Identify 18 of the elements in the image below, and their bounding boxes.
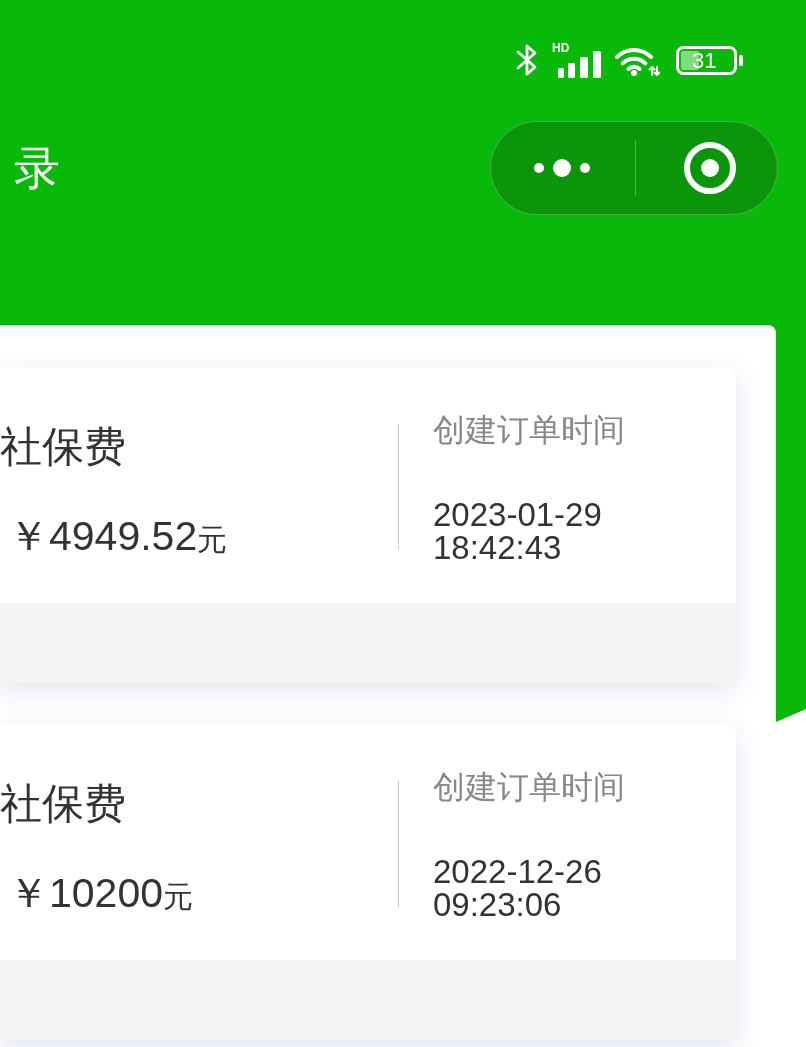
target-icon[interactable]	[684, 142, 736, 194]
time-label: 创建订单时间	[433, 411, 625, 450]
page-title: 录	[14, 142, 60, 194]
order-card[interactable]: 社保费 ￥4949.52元 创建订单时间 2023-01-29 18:42:43	[0, 367, 736, 683]
battery-icon	[676, 45, 745, 75]
signal-icon	[558, 51, 602, 78]
amount-text: ￥10200元	[7, 869, 193, 918]
fee-name: 社保费	[0, 423, 126, 471]
fee-name: 社保费	[0, 780, 126, 828]
time-label: 创建订单时间	[433, 768, 625, 807]
order-card[interactable]: 社保费 ￥10200元 创建订单时间 2022-12-26 09:23:06	[0, 724, 736, 1040]
more-icon[interactable]	[534, 159, 590, 177]
order-time: 2023-01-29 18:42:43	[433, 498, 603, 564]
amount-text: ￥4949.52元	[7, 512, 228, 561]
network-type-text: HD	[552, 42, 570, 54]
battery-level-text: 31	[692, 47, 717, 73]
order-time: 2022-12-26 09:23:06	[433, 855, 603, 921]
bluetooth-icon	[516, 43, 538, 77]
